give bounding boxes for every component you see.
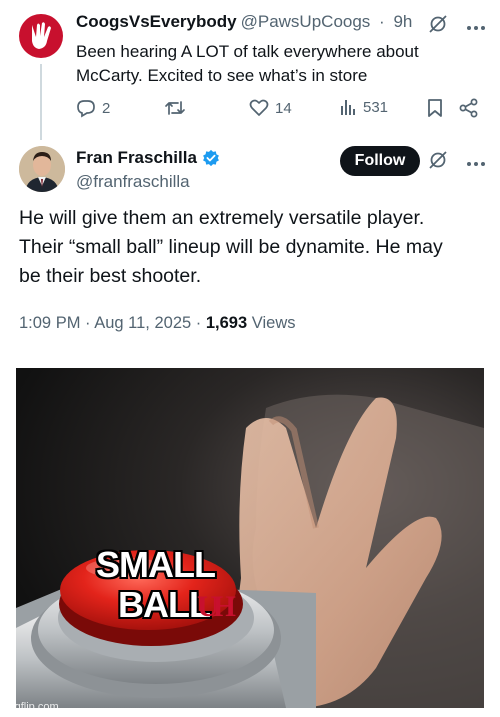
verified-badge-icon — [203, 149, 219, 167]
like-button[interactable]: 14 — [249, 98, 292, 118]
main-header-icons — [428, 150, 486, 175]
grok-icon[interactable] — [428, 150, 448, 175]
views-label: Views — [251, 314, 296, 332]
tweet-text-line: be their best shooter. — [19, 265, 202, 287]
cougar-paw-hand-icon — [32, 22, 51, 49]
red-button-slap-illustration — [16, 368, 484, 708]
tweet-date[interactable]: Aug 11, 2025 — [94, 314, 191, 332]
reply-header: CoogsVsEverybody @PawsUpCoogs · 9h — [76, 12, 412, 32]
reply-icon — [77, 100, 95, 118]
caption-line: SMALL — [96, 544, 216, 585]
tweet-meta: 1:09 PM · Aug 11, 2025 · 1,693 Views — [19, 314, 295, 333]
views-count: 1,693 — [205, 314, 248, 332]
analytics-icon — [341, 100, 355, 115]
reply-button[interactable]: 2 — [76, 98, 110, 118]
watermark: imgflip.com — [3, 701, 59, 713]
display-name[interactable]: Fran Fraschilla — [76, 148, 220, 168]
heart-icon — [249, 99, 269, 116]
reply-text: Been hearing A LOT of talk everywhere ab… — [76, 40, 476, 88]
timestamp[interactable]: 9h — [393, 12, 412, 31]
meme-image — [16, 368, 484, 708]
view-count: 531 — [363, 98, 389, 116]
action-bar: 2 14 531 — [76, 98, 486, 122]
reply-text-line: Been hearing A LOT of talk everywhere ab… — [76, 42, 419, 61]
separator: · — [379, 12, 385, 31]
reply-count: 2 — [102, 99, 111, 117]
grok-icon[interactable] — [428, 14, 448, 39]
more-options-icon[interactable] — [466, 18, 486, 36]
uh-logo: UH — [197, 590, 236, 623]
like-count: 14 — [275, 99, 292, 117]
tweet-time[interactable]: 1:09 PM — [19, 314, 80, 332]
display-name[interactable]: CoogsVsEverybody — [76, 12, 237, 31]
tweet-text-line: Their “small ball” lineup will be dynami… — [19, 236, 443, 258]
avatar[interactable] — [19, 14, 63, 58]
retweet-icon — [165, 101, 185, 115]
meta-separator: · — [85, 314, 91, 332]
more-options-icon[interactable] — [466, 154, 486, 172]
follow-button[interactable]: Follow — [340, 146, 420, 176]
bookmark-icon — [428, 99, 442, 117]
avatar[interactable] — [19, 146, 65, 192]
reply-header-icons — [428, 14, 486, 39]
handle[interactable]: @PawsUpCoogs — [241, 12, 371, 31]
bookmark-button[interactable] — [427, 98, 443, 118]
retweet-button[interactable] — [164, 98, 192, 118]
tweet-text: He will give them an extremely versatile… — [19, 204, 489, 291]
meta-separator: · — [195, 314, 202, 332]
tweet-text-line: He will give them an extremely versatile… — [19, 207, 425, 229]
reply-tweet[interactable]: CoogsVsEverybody @PawsUpCoogs · 9h Been h… — [0, 0, 500, 140]
handle[interactable]: @franfraschilla — [76, 172, 190, 192]
profile-photo — [19, 146, 65, 192]
views-button[interactable]: 531 — [339, 98, 388, 116]
share-button[interactable] — [459, 98, 479, 118]
share-icon — [459, 98, 478, 118]
display-name-text: Fran Fraschilla — [76, 148, 197, 167]
reply-text-line: McCarty. Excited to see what’s in store — [76, 66, 368, 85]
thread-line — [40, 64, 42, 140]
